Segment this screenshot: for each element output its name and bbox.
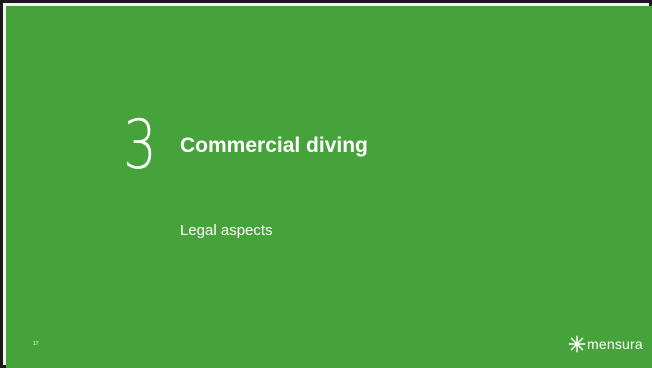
logo-text: mensura: [587, 336, 643, 352]
slide-title: Commercial diving: [180, 134, 368, 157]
section-number: 3: [123, 106, 157, 185]
slide-subtitle: Legal aspects: [180, 222, 273, 239]
mensura-logo: mensura: [568, 332, 643, 356]
slide-frame: 3 Commercial diving Legal aspects 17 men…: [0, 0, 652, 368]
mensura-star-logo-icon: [568, 335, 586, 353]
slide: 3 Commercial diving Legal aspects 17 men…: [6, 6, 652, 368]
page-number: 17: [33, 341, 39, 347]
